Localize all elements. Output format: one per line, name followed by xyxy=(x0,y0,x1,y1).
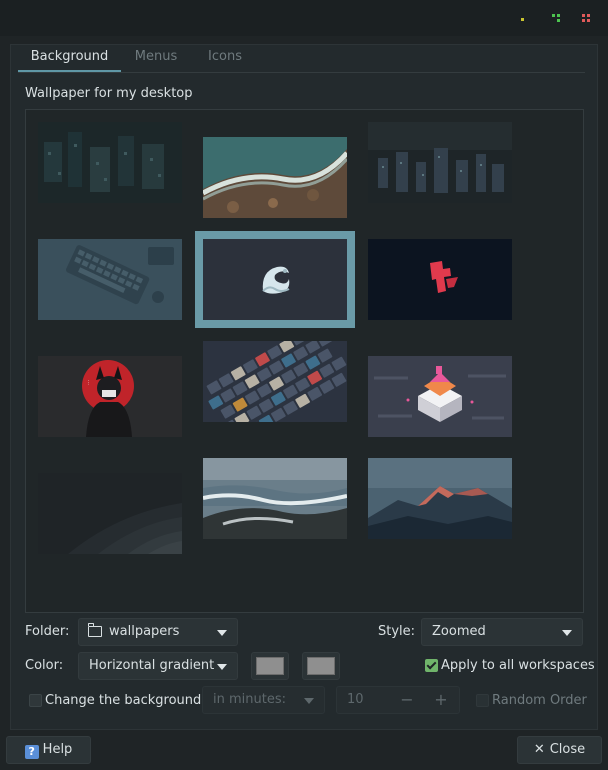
color-label: Color: xyxy=(25,658,64,673)
primary-color-button[interactable] xyxy=(251,652,289,680)
wallpaper-gallery[interactable]: ⋮ xyxy=(25,109,584,613)
folder-value: wallpapers xyxy=(109,624,180,639)
wallpaper-rocky-ocean-shore[interactable] xyxy=(203,458,347,539)
help-label: Help xyxy=(42,742,73,757)
tab-icons[interactable]: Icons xyxy=(194,44,256,70)
style-select[interactable]: Zoomed xyxy=(421,618,583,646)
interval-amount: 10 xyxy=(347,692,364,707)
title-bar xyxy=(0,0,608,36)
folder-icon xyxy=(87,623,102,637)
tab-divider xyxy=(18,72,585,73)
interval-unit-select[interactable]: in minutes: xyxy=(202,686,325,714)
wallpaper-dark-city-blur[interactable] xyxy=(38,122,182,203)
help-button[interactable]: ? Help xyxy=(6,736,91,764)
close-label: Close xyxy=(549,742,586,757)
color-mode-value: Horizontal gradient xyxy=(89,658,215,673)
wallpaper-isometric-house[interactable] xyxy=(368,356,512,437)
close-button[interactable]: ✕ Close xyxy=(517,736,602,764)
interval-stepper[interactable]: 10 − + xyxy=(336,686,460,714)
decrement-button[interactable]: − xyxy=(392,687,422,713)
wallpaper-aerial-ocean-waves[interactable] xyxy=(203,137,347,218)
wallpaper-keyboard-desk-blue[interactable] xyxy=(38,239,182,320)
change-background-label: Change the background xyxy=(45,693,202,708)
tab-background[interactable]: Background xyxy=(18,44,121,73)
increment-button[interactable]: + xyxy=(426,687,456,713)
chevron-down-icon xyxy=(217,664,227,670)
change-background-checkbox[interactable] xyxy=(29,694,42,707)
secondary-color-swatch xyxy=(307,657,335,675)
random-order-label: Random Order xyxy=(492,693,587,708)
chevron-down-icon xyxy=(217,630,227,636)
color-mode-select[interactable]: Horizontal gradient xyxy=(78,652,238,680)
close-icon: ✕ xyxy=(533,742,545,757)
wallpaper-red-logo-dark[interactable] xyxy=(368,239,512,320)
style-value: Zoomed xyxy=(432,624,486,639)
wallpaper-mechanical-keyboard-keys[interactable] xyxy=(203,341,347,422)
secondary-color-button[interactable] xyxy=(302,652,340,680)
interval-unit-value: in minutes: xyxy=(213,692,286,707)
wallpaper-wave-logo-dark[interactable] xyxy=(195,231,355,328)
minimize-icon[interactable] xyxy=(519,14,529,24)
tab-menus[interactable]: Menus xyxy=(125,44,187,70)
wallpaper-night-city-lights[interactable] xyxy=(368,122,512,203)
chevron-down-icon xyxy=(562,630,572,636)
apply-all-label: Apply to all workspaces xyxy=(441,658,595,673)
wallpaper-mountain-sunset[interactable] xyxy=(368,458,512,539)
random-order-checkbox[interactable] xyxy=(476,694,489,707)
folder-label: Folder: xyxy=(25,624,70,639)
wallpaper-anime-girl-red-circle[interactable]: ⋮ xyxy=(38,356,182,437)
section-label: Wallpaper for my desktop xyxy=(25,86,193,101)
chevron-down-icon xyxy=(304,698,314,704)
folder-select[interactable]: wallpapers xyxy=(78,618,238,646)
help-icon: ? xyxy=(24,745,39,759)
primary-color-swatch xyxy=(256,657,284,675)
apply-all-checkbox[interactable] xyxy=(425,659,438,672)
wallpaper-abstract-dark-curves[interactable] xyxy=(38,473,182,554)
maximize-icon[interactable] xyxy=(551,14,561,24)
svg-text:⋮: ⋮ xyxy=(86,380,91,386)
close-window-icon[interactable] xyxy=(582,14,592,24)
style-label: Style: xyxy=(378,624,416,639)
